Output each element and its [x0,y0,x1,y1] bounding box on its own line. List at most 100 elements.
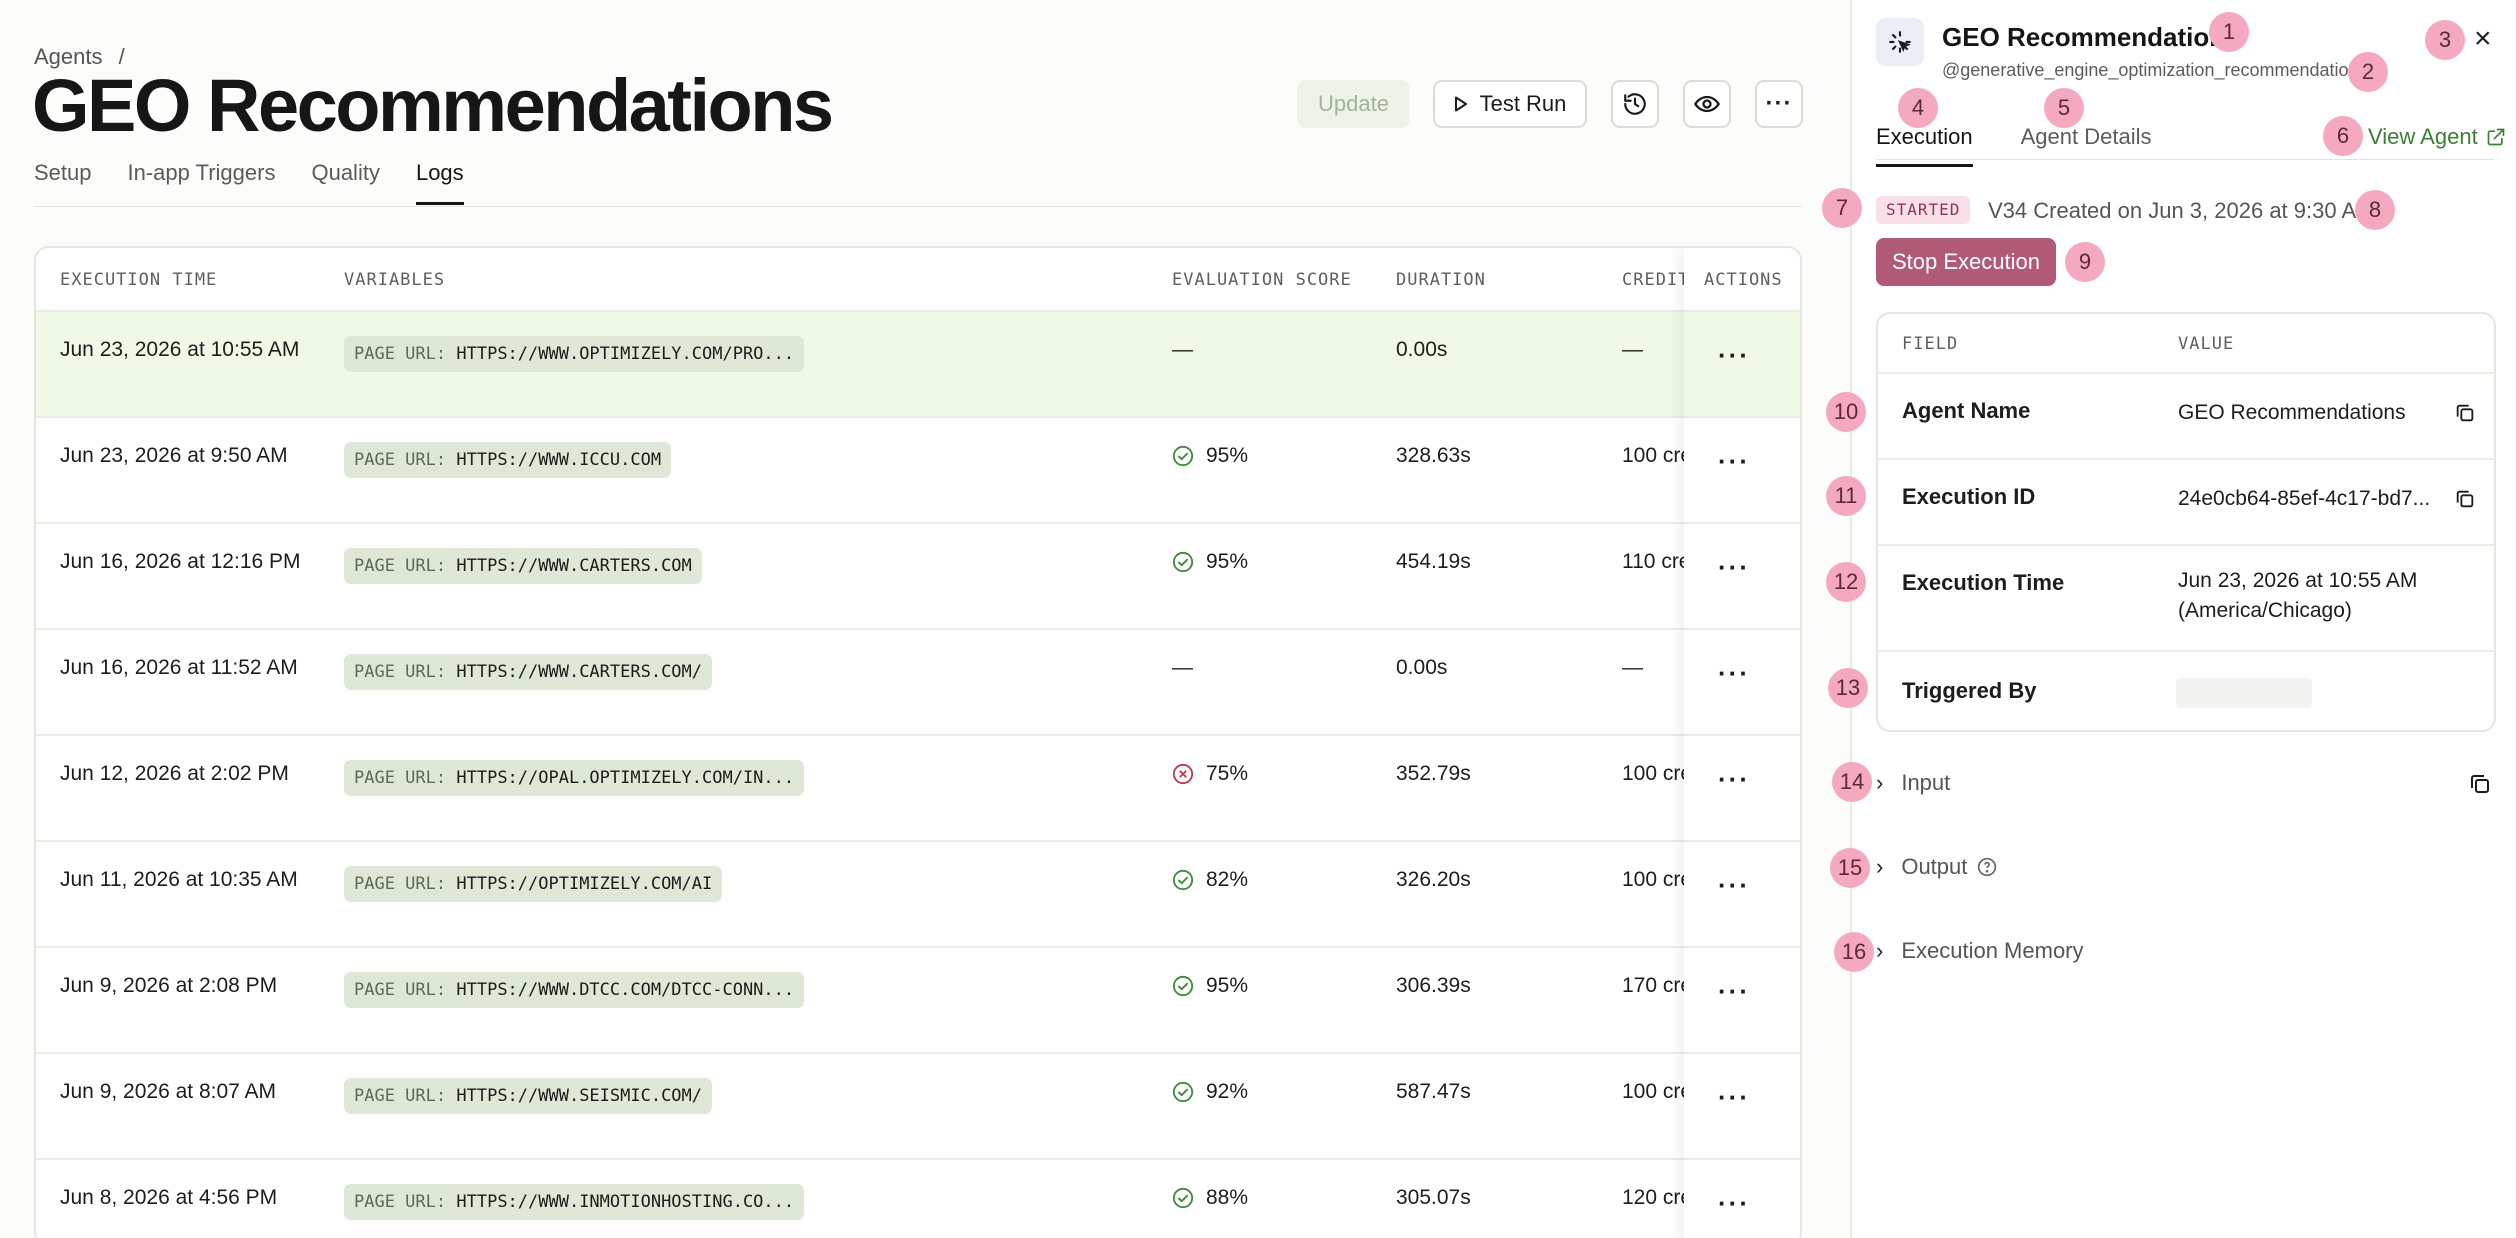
stop-execution-button[interactable]: Stop Execution [1876,238,2056,286]
row-more-icon[interactable]: ··· [1718,872,1750,898]
score-value: — [1172,656,1193,679]
table-row[interactable]: Jun 9, 2026 at 2:08 PM PAGE URL: HTTPS://… [36,946,1800,1052]
score-value: 95% [1206,974,1249,997]
view-agent-link[interactable]: View Agent [2368,124,2506,150]
row-more-icon[interactable]: ··· [1718,1084,1750,1110]
variable-value: HTTPS://WWW.INMOTIONHOSTING.CO... [456,1192,795,1212]
accordion-input[interactable]: › Input [1876,770,2496,796]
credits-cell: — [1622,338,1643,361]
history-button[interactable] [1611,80,1659,128]
tab-logs[interactable]: Logs [415,160,464,205]
execution-time-cell: Jun 23, 2026 at 9:50 AM [60,444,288,467]
table-row[interactable]: Jun 16, 2026 at 11:52 AM PAGE URL: HTTPS:… [36,628,1800,734]
row-more-icon[interactable]: ··· [1718,766,1750,792]
check-circle-icon [1172,975,1194,997]
accordion-output[interactable]: › Output [1876,854,1997,880]
field-label: Agent Name [1902,398,2031,423]
page-tabs: Setup In-app Triggers Quality Logs [34,160,464,205]
execution-time-zone: (America/Chicago) [2178,599,2352,622]
variable-value: HTTPS://WWW.SEISMIC.COM/ [456,1086,703,1106]
annotation-marker: 5 [2044,88,2084,128]
table-row[interactable]: Jun 11, 2026 at 10:35 AM PAGE URL: HTTPS:… [36,840,1800,946]
evaluation-score-cell: 95% [1172,444,1248,468]
row-more-icon[interactable]: ··· [1718,448,1750,474]
variable-value: HTTPS://WWW.CARTERS.COM/ [456,662,703,682]
check-circle-icon [1172,869,1194,891]
row-more-icon[interactable]: ··· [1718,660,1750,686]
tabs-divider [34,206,1802,207]
evaluation-score-cell: 75% [1172,762,1248,786]
eye-icon [1694,95,1720,113]
execution-time-cell: Jun 16, 2026 at 12:16 PM [60,550,301,573]
preview-button[interactable] [1683,80,1731,128]
variable-key: PAGE URL: [354,874,447,894]
duration-cell: 305.07s [1396,1186,1471,1209]
row-more-icon[interactable]: ··· [1718,342,1750,368]
execution-time-cell: Jun 8, 2026 at 4:56 PM [60,1186,278,1209]
duration-cell: 454.19s [1396,550,1471,573]
variable-key: PAGE URL: [354,450,447,470]
variable-key: PAGE URL: [354,556,447,576]
evaluation-score-cell: 82% [1172,868,1248,892]
variable-value: HTTPS://OPAL.OPTIMIZELY.COM/IN... [456,768,795,788]
annotation-marker: 16 [1834,932,1874,972]
annotation-marker: 1 [2209,12,2249,52]
credits-cell: — [1622,656,1643,679]
logs-table: EXECUTION TIME VARIABLES EVALUATION SCOR… [34,246,1802,1238]
help-icon[interactable] [1977,857,1997,877]
variable-key: PAGE URL: [354,662,447,682]
col-variables: VARIABLES [344,270,446,290]
close-icon[interactable]: × [2474,24,2492,54]
credits-cell: 170 cre [1622,974,1693,997]
copy-icon[interactable] [2454,488,2476,510]
variable-chip: PAGE URL: HTTPS://WWW.ICCU.COM [344,442,672,478]
table-row[interactable]: Jun 23, 2026 at 10:55 AM PAGE URL: HTTPS:… [36,310,1800,416]
credits-cell: 100 cre [1622,868,1693,891]
test-run-button[interactable]: Test Run [1433,80,1587,128]
variable-value: HTTPS://OPTIMIZELY.COM/AI [456,874,713,894]
sparkle-cursor-icon [1889,31,1911,53]
triggered-by-placeholder [2176,678,2312,708]
tab-setup[interactable]: Setup [34,160,92,205]
tab-agent-details[interactable]: Agent Details [2021,124,2152,167]
evaluation-score-cell: — [1172,656,1193,680]
credits-cell: 110 cre [1622,550,1691,573]
table-row[interactable]: Jun 23, 2026 at 9:50 AM PAGE URL: HTTPS:/… [36,416,1800,522]
annotation-marker: 10 [1826,392,1866,432]
row-more-icon[interactable]: ··· [1718,978,1750,1004]
accordion-execution-memory[interactable]: › Execution Memory [1876,938,2084,964]
table-row[interactable]: Jun 12, 2026 at 2:02 PM PAGE URL: HTTPS:/… [36,734,1800,840]
tab-in-app-triggers[interactable]: In-app Triggers [128,160,276,205]
main-content: Agents / GEO Recommendations Update Test… [0,0,1850,1238]
variable-chip: PAGE URL: HTTPS://WWW.CARTERS.COM/ [344,654,713,690]
tab-execution[interactable]: Execution [1876,124,1973,167]
table-row[interactable]: Jun 16, 2026 at 12:16 PM PAGE URL: HTTPS:… [36,522,1800,628]
annotation-marker: 9 [2065,242,2105,282]
variable-key: PAGE URL: [354,344,447,364]
field-row-execution-time: Execution Time Jun 23, 2026 at 10:55 AM … [1878,544,2494,650]
agent-avatar [1876,18,1924,66]
execution-time-cell: Jun 23, 2026 at 10:55 AM [60,338,300,361]
table-row[interactable]: Jun 9, 2026 at 8:07 AM PAGE URL: HTTPS://… [36,1052,1800,1158]
row-more-icon[interactable]: ··· [1718,1190,1750,1216]
annotation-marker: 13 [1828,668,1868,708]
score-value: 88% [1206,1186,1249,1209]
page-title: GEO Recommendations [32,64,834,147]
annotation-marker: 15 [1830,848,1870,888]
annotation-marker: 14 [1832,762,1872,802]
check-circle-icon [1172,445,1194,467]
update-button[interactable]: Update [1297,80,1410,128]
check-circle-icon [1172,1187,1194,1209]
table-row[interactable]: Jun 8, 2026 at 4:56 PM PAGE URL: HTTPS://… [36,1158,1800,1238]
more-options-button[interactable]: ··· [1755,80,1803,128]
external-link-icon [2487,128,2505,146]
score-value: 95% [1206,550,1249,573]
chevron-right-icon: › [1876,770,1884,795]
actions-column: ACTIONS ··· ··· ··· ··· ··· ··· ··· ··· ··· [1684,248,1800,1238]
tab-quality[interactable]: Quality [311,160,379,205]
execution-time-cell: Jun 12, 2026 at 2:02 PM [60,762,289,785]
test-run-label: Test Run [1479,91,1567,116]
row-more-icon[interactable]: ··· [1718,554,1750,580]
copy-icon[interactable] [2468,772,2492,796]
copy-icon[interactable] [2454,402,2476,424]
